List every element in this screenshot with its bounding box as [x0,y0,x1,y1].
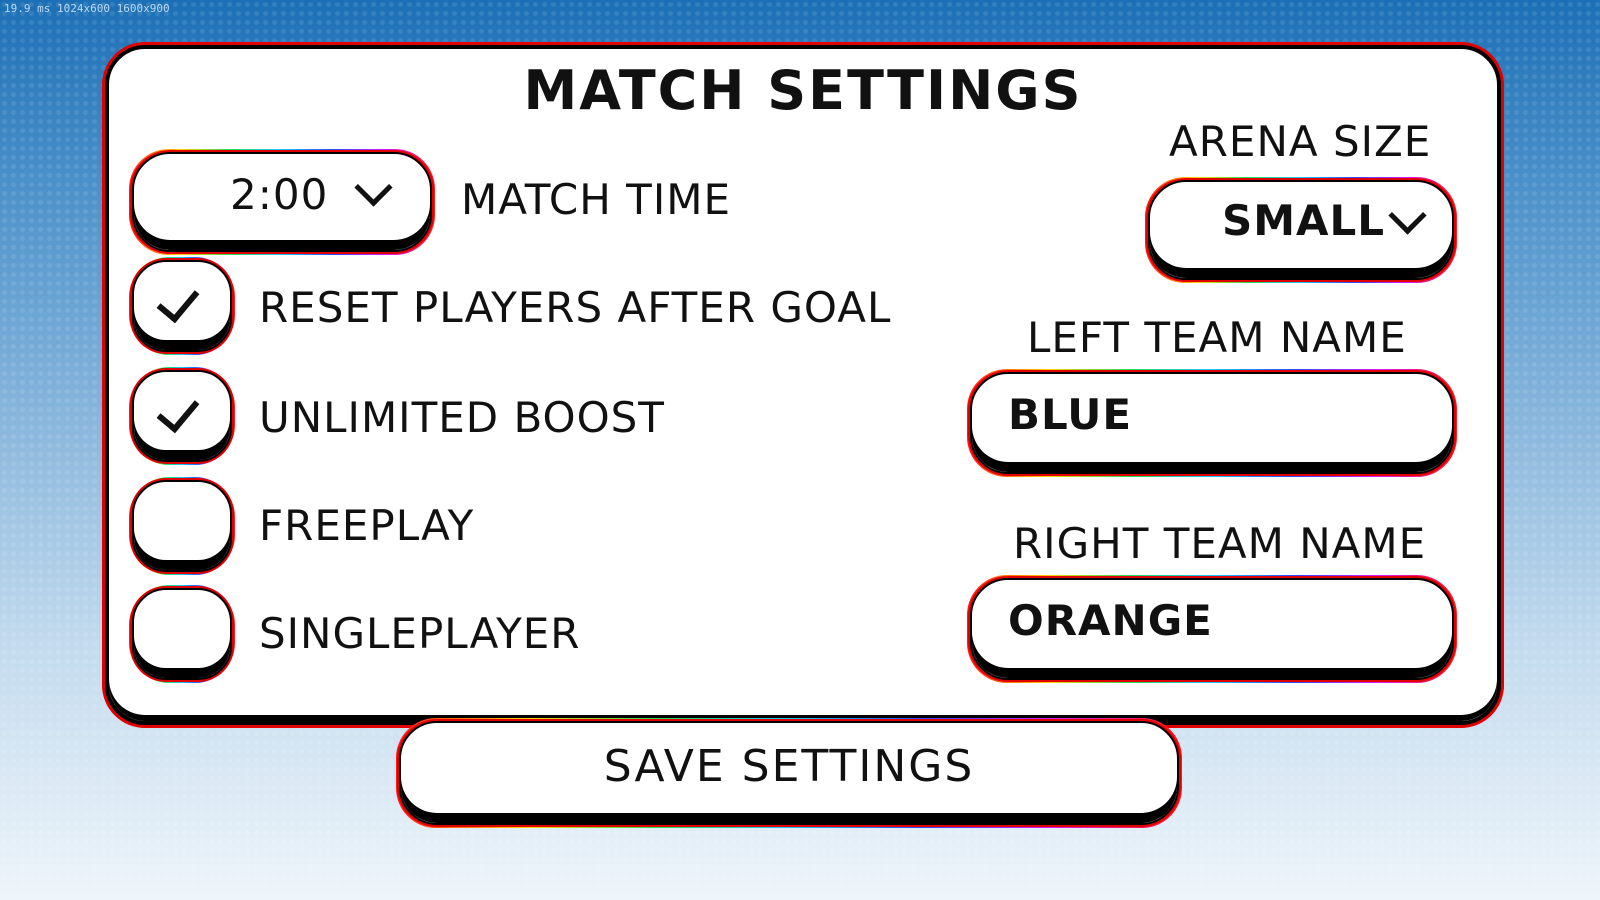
page-title: MATCH SETTINGS [523,59,1083,122]
checkmark-icon [156,278,200,324]
checkbox-unlimited-boost[interactable] [129,367,235,465]
save-settings-label: SAVE SETTINGS [603,741,975,792]
left-team-name-label: LEFT TEAM NAME [1027,313,1407,362]
left-team-name-value: BLUE [1008,390,1133,439]
right-team-name-value: ORANGE [1008,596,1213,645]
right-team-name-label: RIGHT TEAM NAME [1013,519,1427,568]
right-team-name-input[interactable]: ORANGE [967,575,1457,683]
match-time-value: 2:00 [230,170,329,219]
match-time-label: MATCH TIME [461,175,731,224]
save-settings-button[interactable]: SAVE SETTINGS [396,718,1182,828]
match-settings-panel: MATCH SETTINGS 2:00 MATCH TIME RESET PLA… [102,42,1504,728]
arena-size-dropdown[interactable]: SMALL [1145,177,1457,283]
checkmark-icon [156,388,200,434]
arena-size-value: SMALL [1222,196,1386,245]
chevron-down-icon [354,168,393,207]
checkbox-reset-players[interactable] [129,257,235,355]
debug-text: 19.9 ms 1024x600 1600x900 [4,2,170,15]
checkbox-freeplay[interactable] [129,477,235,575]
chevron-down-icon [1388,196,1427,235]
reset-players-label: RESET PLAYERS AFTER GOAL [259,283,892,332]
match-time-dropdown[interactable]: 2:00 [129,149,435,255]
freeplay-label: FREEPLAY [259,501,475,550]
left-team-name-input[interactable]: BLUE [967,369,1457,477]
unlimited-boost-label: UNLIMITED BOOST [259,393,665,442]
checkbox-singleplayer[interactable] [129,585,235,683]
singleplayer-label: SINGLEPLAYER [259,609,581,658]
arena-size-label: ARENA SIZE [1169,117,1432,166]
